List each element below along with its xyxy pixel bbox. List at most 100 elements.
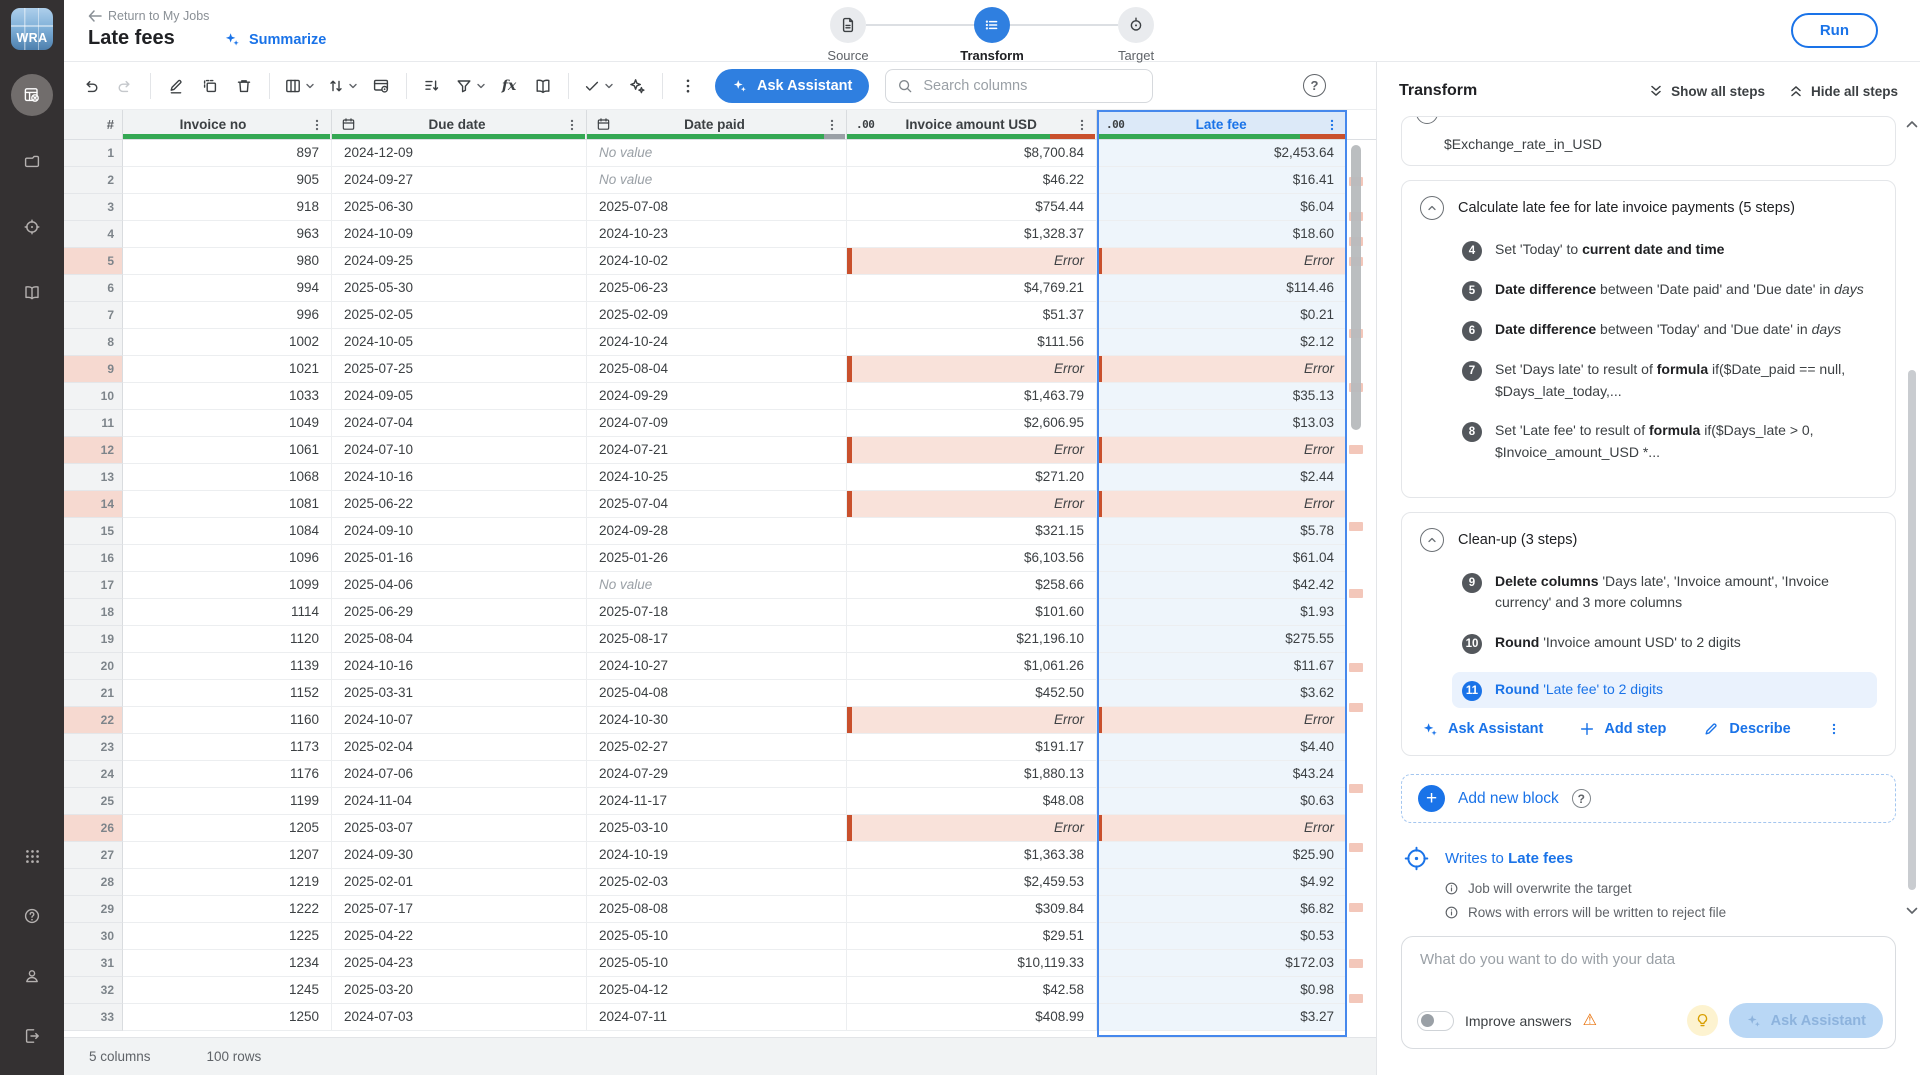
cell-invoice-no[interactable]: 1096	[123, 545, 332, 572]
toolbar-columns-icon[interactable]	[281, 71, 318, 101]
cell-due-date[interactable]: 2024-07-03	[332, 1004, 587, 1031]
row-number[interactable]: 26	[64, 815, 123, 842]
cell-invoice-no[interactable]: 1234	[123, 950, 332, 977]
row-number[interactable]: 14	[64, 491, 123, 518]
sidebar-item-projects-icon[interactable]	[11, 140, 53, 182]
cell-invoice-amount[interactable]: $4,769.21	[847, 275, 1097, 302]
chat-input[interactable]	[1418, 949, 1879, 995]
improve-answers-toggle[interactable]	[1417, 1011, 1454, 1031]
row-number[interactable]: 4	[64, 221, 123, 248]
cell-date-paid[interactable]: 2025-01-26	[587, 545, 847, 572]
toolbar-delete-icon[interactable]	[230, 71, 258, 101]
cell-date-paid[interactable]: 2025-02-03	[587, 869, 847, 896]
row-number[interactable]: 2	[64, 167, 123, 194]
app-logo[interactable]: WRA	[11, 8, 53, 50]
row-number[interactable]: 8	[64, 329, 123, 356]
cell-due-date[interactable]: 2025-06-30	[332, 194, 587, 221]
cell-date-paid[interactable]: 2025-05-10	[587, 950, 847, 977]
cell-late-fee[interactable]: $5.78	[1097, 518, 1347, 545]
cell-invoice-no[interactable]: 905	[123, 167, 332, 194]
cell-invoice-amount[interactable]: $1,880.13	[847, 761, 1097, 788]
cell-invoice-amount[interactable]: $1,328.37	[847, 221, 1097, 248]
sidebar-item-apps-icon[interactable]	[11, 835, 53, 877]
cell-date-paid[interactable]: 2025-02-27	[587, 734, 847, 761]
row-number[interactable]: 22	[64, 707, 123, 734]
cell-invoice-amount[interactable]: $258.66	[847, 572, 1097, 599]
cell-due-date[interactable]: 2024-11-04	[332, 788, 587, 815]
cell-invoice-amount[interactable]: $51.37	[847, 302, 1097, 329]
cell-late-fee[interactable]: $18.60	[1097, 221, 1347, 248]
cell-late-fee[interactable]: $25.90	[1097, 842, 1347, 869]
cell-due-date[interactable]: 2024-10-05	[332, 329, 587, 356]
column-menu-icon[interactable]	[565, 118, 579, 132]
cell-invoice-no[interactable]: 1205	[123, 815, 332, 842]
sidebar-item-dataset-icon[interactable]	[11, 74, 53, 116]
cell-late-fee[interactable]: Error	[1097, 707, 1347, 734]
column-header-late-fee[interactable]: .00Late fee	[1097, 110, 1347, 139]
row-number[interactable]: 13	[64, 464, 123, 491]
cell-due-date[interactable]: 2024-10-16	[332, 653, 587, 680]
cell-date-paid[interactable]: 2024-10-19	[587, 842, 847, 869]
cell-date-paid[interactable]: 2025-05-10	[587, 923, 847, 950]
toolbar-undo-icon[interactable]	[77, 71, 105, 101]
cell-due-date[interactable]: 2025-04-06	[332, 572, 587, 599]
cell-due-date[interactable]: 2025-07-25	[332, 356, 587, 383]
cell-invoice-amount[interactable]: $10,119.33	[847, 950, 1097, 977]
cell-invoice-no[interactable]: 1068	[123, 464, 332, 491]
cell-due-date[interactable]: 2025-02-04	[332, 734, 587, 761]
cell-invoice-amount[interactable]: Error	[847, 356, 1097, 383]
row-number[interactable]: 24	[64, 761, 123, 788]
cell-late-fee[interactable]: $0.21	[1097, 302, 1347, 329]
transform-step[interactable]: 7Set 'Days late' to result of formula if…	[1462, 359, 1877, 402]
cell-due-date[interactable]: 2025-01-16	[332, 545, 587, 572]
cell-late-fee[interactable]: $16.41	[1097, 167, 1347, 194]
cell-invoice-no[interactable]: 1033	[123, 383, 332, 410]
row-number[interactable]: 29	[64, 896, 123, 923]
cell-late-fee[interactable]: Error	[1097, 815, 1347, 842]
cell-due-date[interactable]: 2024-09-30	[332, 842, 587, 869]
cell-date-paid[interactable]: 2024-11-17	[587, 788, 847, 815]
cell-due-date[interactable]: 2024-10-09	[332, 221, 587, 248]
cell-invoice-no[interactable]: 1219	[123, 869, 332, 896]
toolbar-preview-icon[interactable]	[367, 71, 395, 101]
cell-late-fee[interactable]: $0.98	[1097, 977, 1347, 1004]
row-number[interactable]: 15	[64, 518, 123, 545]
cell-date-paid[interactable]: 2024-10-25	[587, 464, 847, 491]
help-button[interactable]: ?	[1303, 74, 1326, 97]
cell-invoice-amount[interactable]: $1,363.38	[847, 842, 1097, 869]
cell-invoice-amount[interactable]: $46.22	[847, 167, 1097, 194]
block-ask-assistant-button[interactable]: Ask Assistant	[1422, 721, 1543, 738]
cell-invoice-no[interactable]: 1061	[123, 437, 332, 464]
cell-date-paid[interactable]: 2024-10-02	[587, 248, 847, 275]
cell-invoice-amount[interactable]: $8,700.84	[847, 140, 1097, 167]
cell-invoice-no[interactable]: 1173	[123, 734, 332, 761]
back-link[interactable]: Return to My Jobs	[88, 9, 209, 23]
collapse-block-button[interactable]	[1420, 196, 1444, 220]
sidebar-item-target-icon[interactable]	[11, 206, 53, 248]
cell-date-paid[interactable]: 2024-10-27	[587, 653, 847, 680]
cell-invoice-amount[interactable]: Error	[847, 491, 1097, 518]
step-source[interactable]: Source	[830, 7, 866, 43]
describe-button[interactable]: Describe	[1702, 720, 1790, 738]
sidebar-item-account-icon[interactable]	[11, 955, 53, 997]
hide-all-steps-button[interactable]: Hide all steps	[1789, 84, 1898, 99]
cell-invoice-no[interactable]: 1049	[123, 410, 332, 437]
cell-late-fee[interactable]: $3.27	[1097, 1004, 1347, 1031]
help-icon[interactable]: ?	[1572, 789, 1591, 808]
cell-late-fee[interactable]: $1.93	[1097, 599, 1347, 626]
sidebar-item-library-icon[interactable]	[11, 272, 53, 314]
column-menu-icon[interactable]	[310, 118, 324, 132]
cell-invoice-amount[interactable]: $2,459.53	[847, 869, 1097, 896]
cell-invoice-amount[interactable]: $754.44	[847, 194, 1097, 221]
cell-date-paid[interactable]: 2025-03-10	[587, 815, 847, 842]
cell-due-date[interactable]: 2025-07-17	[332, 896, 587, 923]
sidebar-item-help-icon[interactable]	[11, 895, 53, 937]
cell-invoice-no[interactable]: 1176	[123, 761, 332, 788]
cell-late-fee[interactable]: $6.04	[1097, 194, 1347, 221]
cell-late-fee[interactable]: Error	[1097, 248, 1347, 275]
cell-invoice-amount[interactable]: $21,196.10	[847, 626, 1097, 653]
summarize-button[interactable]: Summarize	[224, 31, 326, 48]
toolbar-duplicate-icon[interactable]	[196, 71, 224, 101]
cell-date-paid[interactable]: 2024-07-21	[587, 437, 847, 464]
cell-invoice-no[interactable]: 1152	[123, 680, 332, 707]
